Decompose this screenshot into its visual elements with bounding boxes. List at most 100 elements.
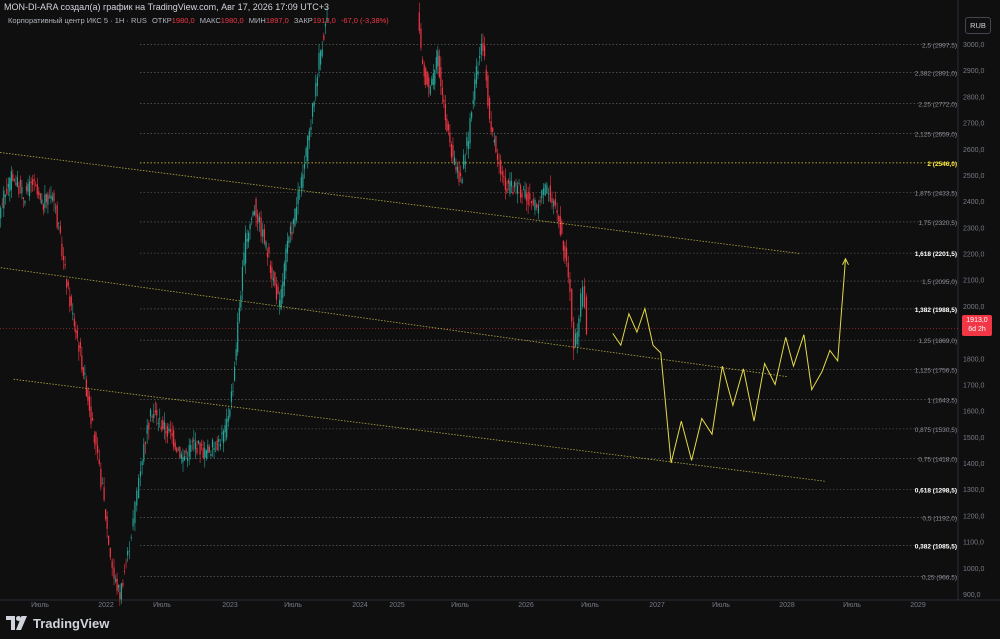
candle-body	[30, 181, 32, 183]
candle-body	[193, 439, 195, 442]
candle-body	[565, 247, 568, 262]
open-value: 1980,0	[171, 16, 195, 25]
candle-body	[201, 444, 203, 446]
candle-body	[36, 184, 38, 195]
fib-level-label: 1,75 (2320,5)	[918, 220, 957, 227]
candle-body	[191, 440, 193, 442]
candle-body	[117, 585, 120, 588]
candle-body	[463, 154, 465, 169]
candle-body	[295, 207, 298, 221]
candle-body	[297, 191, 299, 205]
candle-body	[500, 159, 502, 174]
candle-body	[578, 318, 580, 337]
candle-body	[19, 179, 21, 187]
candle-body	[81, 355, 83, 370]
candle-body	[59, 225, 61, 233]
candle-body	[318, 52, 320, 70]
candle-body	[305, 147, 307, 157]
candle-body	[282, 281, 284, 298]
tradingview-logo[interactable]: TradingView	[6, 612, 109, 634]
candle-body	[549, 185, 551, 202]
price-axis-tick-label: 2400,0	[963, 199, 985, 206]
candle-body	[111, 560, 113, 569]
candle-body	[440, 66, 442, 87]
candle-body	[50, 194, 52, 199]
candle-body	[522, 189, 525, 190]
close-value: 1913,0	[312, 16, 336, 25]
candle-body	[464, 161, 466, 165]
candle-body	[159, 418, 161, 419]
time-axis-tick-label: 2029	[910, 602, 926, 609]
price-axis-tick-label: 900,0	[963, 592, 981, 599]
candle-body	[120, 583, 122, 600]
open-label: ОТКР	[151, 16, 172, 25]
candle-body	[257, 213, 259, 224]
candle-body	[501, 171, 503, 176]
price-chart[interactable]: 2,5 (2997,5) 2,382 (2891,0) 2,25 (2772,0) 2…	[0, 0, 1000, 639]
fib-level-label: 0,25 (966,5)	[922, 575, 957, 582]
candle-body	[174, 442, 176, 450]
time-axis-tick-label: Июль	[712, 602, 730, 609]
candle-body	[434, 69, 436, 85]
candle-body	[509, 181, 511, 194]
candle-body	[542, 188, 545, 195]
price-axis-tick-label: 1100,0	[963, 540, 984, 547]
candle-body	[222, 430, 225, 444]
candle-body	[311, 103, 314, 117]
candle-body	[450, 144, 453, 158]
candle-body	[571, 289, 573, 322]
price-axis-tick-label: 3000,0	[963, 42, 985, 49]
last-price-value: 1913,0	[966, 317, 988, 324]
candle-body	[496, 154, 499, 160]
time-axis-tick-label: Июль	[581, 602, 599, 609]
candle-body	[286, 240, 289, 254]
candle-body	[138, 477, 140, 499]
candle-body	[443, 99, 445, 103]
time-axis-tick-label: 2023	[222, 602, 238, 609]
candle-body	[490, 121, 492, 132]
candle-body	[441, 87, 443, 96]
candle-body	[569, 278, 571, 292]
candle-body	[160, 426, 162, 430]
symbol-name[interactable]: Корпоративный центр ИКС 5 · 1Н · RUS	[8, 16, 147, 25]
candle-body	[285, 248, 287, 272]
time-axis-tick-label: 2022	[98, 602, 114, 609]
time-axis-tick-label: Июль	[153, 602, 171, 609]
candle-body	[553, 200, 555, 207]
candle-body	[253, 210, 256, 215]
candle-body	[438, 55, 440, 78]
candle-body	[300, 177, 302, 188]
candle-body	[580, 293, 582, 317]
candle-body	[219, 443, 221, 447]
candle-body	[252, 212, 254, 216]
candle-body	[10, 171, 12, 190]
candle-body	[425, 68, 427, 85]
candle-body	[487, 75, 489, 106]
candle-body	[229, 409, 231, 417]
candle-body	[132, 518, 134, 527]
fib-level-label: 0,75 (1418,0)	[918, 456, 957, 463]
fib-level-label: 2,5 (2997,5)	[922, 43, 957, 50]
candle-body	[472, 100, 474, 104]
candle-body	[308, 130, 310, 141]
candle-body	[272, 278, 274, 281]
candle-body	[288, 237, 290, 243]
candle-body	[199, 442, 201, 455]
candle-body	[148, 422, 150, 430]
candle-body	[585, 296, 588, 335]
candle-body	[243, 252, 245, 266]
candle-body	[321, 49, 323, 57]
candle-body	[95, 432, 97, 445]
candle-body	[38, 191, 40, 195]
price-axis-tick-label: 1300,0	[963, 487, 985, 494]
candle-body	[315, 83, 317, 97]
candle-body	[564, 246, 566, 259]
fib-level-label: 1,875 (2433,5)	[915, 190, 957, 197]
candle-body	[268, 246, 270, 253]
currency-button[interactable]: RUB	[965, 17, 991, 34]
candle-body	[280, 289, 282, 309]
tradingview-logo-text: TradingView	[33, 615, 110, 631]
candle-body	[432, 73, 434, 86]
candle-body	[461, 178, 463, 184]
candle-body	[510, 180, 513, 187]
